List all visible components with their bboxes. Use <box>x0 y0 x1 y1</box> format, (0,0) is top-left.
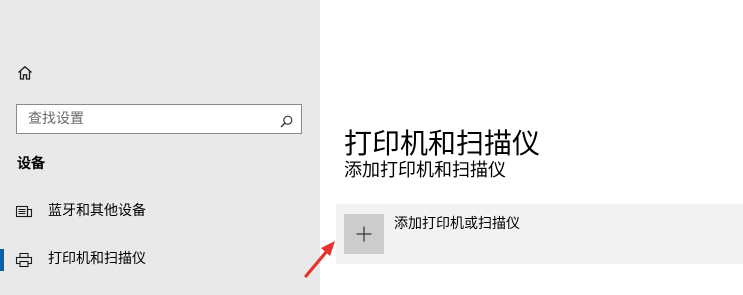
home-icon[interactable] <box>16 64 34 82</box>
search-icon[interactable] <box>280 113 293 128</box>
sidebar-item-label: 蓝牙和其他设备 <box>48 203 146 219</box>
sidebar-item-bluetooth[interactable]: 蓝牙和其他设备 <box>0 192 320 232</box>
add-printer-label: 添加打印机或扫描仪 <box>394 216 520 232</box>
add-printers-heading: 添加打印机和扫描仪 <box>344 160 506 181</box>
bluetooth-devices-icon <box>15 204 33 220</box>
search-placeholder: 查找设置 <box>28 111 84 127</box>
add-printer-button[interactable]: 添加打印机或扫描仪 <box>336 204 743 264</box>
plus-icon <box>356 226 372 242</box>
sidebar-item-printers[interactable]: 打印机和扫描仪 <box>0 240 320 280</box>
red-pointer-arrow <box>304 241 335 278</box>
page-title: 打印机和扫描仪 <box>344 126 541 160</box>
search-input[interactable]: 查找设置 <box>16 104 302 134</box>
section-title-devices: 设备 <box>17 156 45 172</box>
selection-indicator <box>0 249 4 271</box>
settings-sidebar: 查找设置 设备 蓝牙和其他设备 打印机和扫描仪 <box>0 0 320 295</box>
add-tile[interactable] <box>344 214 384 254</box>
printer-icon <box>15 252 33 268</box>
sidebar-item-label: 打印机和扫描仪 <box>48 251 146 267</box>
